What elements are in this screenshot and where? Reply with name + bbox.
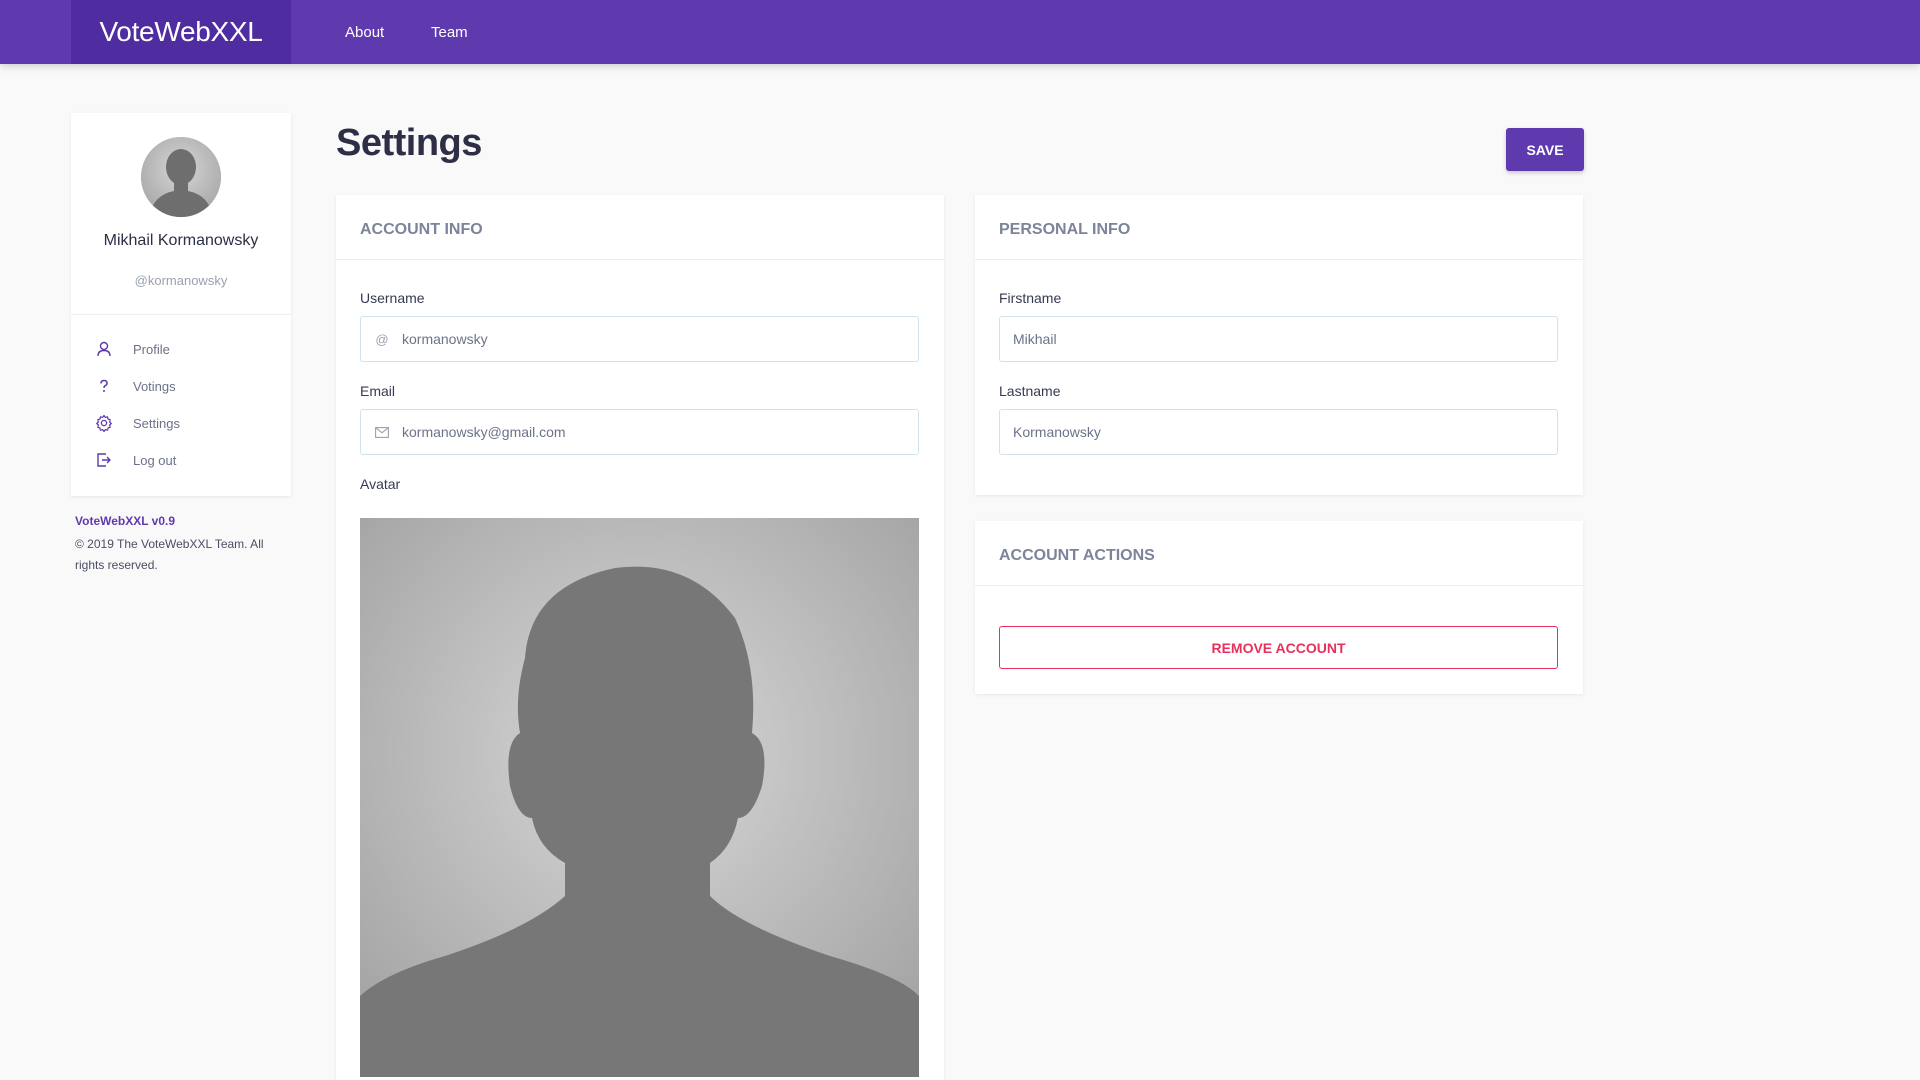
username-label: Username: [360, 290, 425, 306]
personal-info-panel: PERSONAL INFO Firstname Lastname: [975, 195, 1583, 495]
nav-link-about[interactable]: About: [345, 0, 384, 64]
email-input[interactable]: [402, 410, 918, 454]
username-field[interactable]: @: [360, 316, 919, 362]
remove-account-button[interactable]: REMOVE ACCOUNT: [999, 626, 1558, 669]
avatar: [141, 137, 221, 217]
avatar-image[interactable]: [360, 518, 919, 1077]
nav-link-team[interactable]: Team: [431, 0, 468, 64]
email-field[interactable]: [360, 409, 919, 455]
lastname-label: Lastname: [999, 383, 1061, 399]
sidebar-item-profile[interactable]: Profile: [95, 335, 275, 363]
profile-card: Mikhail Kormanowsky @kormanowsky Profile…: [71, 113, 291, 496]
divider: [71, 314, 291, 315]
panel-header: PERSONAL INFO: [975, 195, 1583, 260]
logout-icon: [95, 451, 113, 469]
sidebar-item-settings[interactable]: Settings: [95, 409, 275, 437]
sidebar-item-label: Profile: [133, 341, 170, 357]
profile-handle: @kormanowsky: [134, 273, 228, 288]
user-icon: [95, 340, 113, 358]
avatar-label: Avatar: [360, 476, 401, 492]
firstname-field[interactable]: [999, 316, 1558, 362]
save-button[interactable]: SAVE: [1506, 128, 1584, 171]
email-label: Email: [360, 383, 396, 399]
lastname-input[interactable]: [1013, 410, 1557, 454]
profile-name: Mikhail Kormanowsky: [103, 232, 259, 249]
gear-icon: [95, 414, 113, 432]
avatar-silhouette-icon: [360, 518, 919, 1077]
sidebar-item-label: Votings: [133, 378, 176, 394]
envelope-icon: [374, 426, 390, 438]
avatar-silhouette-icon: [141, 137, 221, 217]
brand-logo[interactable]: VoteWebXXL: [71, 0, 291, 64]
panel-title: ACCOUNT ACTIONS: [999, 547, 1155, 564]
sidebar-item-label: Log out: [133, 452, 177, 468]
sidebar-item-logout[interactable]: Log out: [95, 446, 275, 474]
footer-copyright: © 2019 The VoteWebXXL Team. All rights r…: [75, 537, 264, 572]
panel-header: ACCOUNT ACTIONS: [975, 521, 1583, 586]
username-input[interactable]: [402, 317, 918, 361]
lastname-field[interactable]: [999, 409, 1558, 455]
footer-version: VoteWebXXL v0.9: [75, 514, 176, 528]
sidebar-item-label: Settings: [133, 415, 180, 431]
top-navbar: VoteWebXXL About Team: [0, 0, 1920, 64]
panel-header: ACCOUNT INFO: [336, 195, 944, 260]
account-info-panel: ACCOUNT INFO Username @ Email Avatar: [336, 195, 944, 1080]
panel-title: PERSONAL INFO: [999, 221, 1131, 238]
sidebar-item-votings[interactable]: Votings: [95, 372, 275, 400]
at-icon: @: [375, 331, 389, 347]
page-title: Settings: [336, 122, 482, 164]
panel-title: ACCOUNT INFO: [360, 221, 483, 238]
firstname-label: Firstname: [999, 290, 1062, 306]
question-icon: [95, 377, 113, 395]
account-actions-panel: ACCOUNT ACTIONS REMOVE ACCOUNT: [975, 521, 1583, 694]
firstname-input[interactable]: [1013, 317, 1557, 361]
